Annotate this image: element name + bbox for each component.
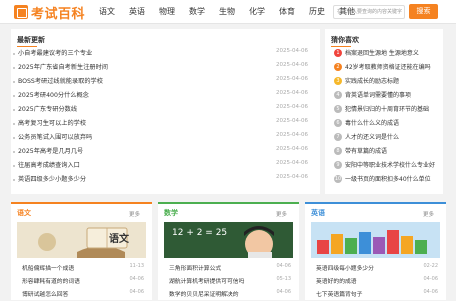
list-item[interactable]: 9 安阳中等职业技术学校什么专业好 — [334, 158, 435, 171]
chinese-image[interactable]: 语文 — [17, 222, 146, 258]
list-item[interactable]: 4 背英语单词需要懂的事项 — [334, 88, 411, 101]
search-button[interactable]: 搜索 — [409, 4, 438, 19]
list-item[interactable]: 形容肆耗有道的的词语 04-06 — [22, 276, 144, 288]
rank-badge: 1 — [334, 48, 342, 57]
rank-badge: 2 — [334, 62, 342, 71]
rank-badge: 3 — [334, 76, 342, 85]
list-item[interactable]: 2025年广东省自考新生注册时间 2025-04-06 — [13, 62, 308, 75]
nav-item-chinese[interactable]: 语文 — [92, 0, 122, 24]
list-item[interactable]: 湖航计算机考研提供可可信吗 05-13 — [169, 276, 291, 288]
more-link[interactable]: 更多 — [276, 210, 287, 218]
list-item[interactable]: 三角形面积计算公式 04-06 — [169, 263, 291, 275]
list-item[interactable]: 数学的贝贝尼采证明解决的 04-06 — [169, 289, 291, 301]
list-item[interactable]: 机船偏辉描一个成语 11-13 — [22, 263, 144, 275]
site-header: 考试百科 语文 英语 物理 数学 生物 化学 体育 历史 其他 在此输入要查询的… — [0, 0, 456, 24]
list-item[interactable]: 3 实践成长的励志标题 — [334, 74, 399, 87]
rank-badge: 9 — [334, 160, 342, 169]
nav-item-history[interactable]: 历史 — [302, 0, 332, 24]
rank-badge: 8 — [334, 146, 342, 155]
list-item[interactable]: 七下英语篇背句子 04-06 — [316, 289, 438, 301]
rank-badge: 4 — [334, 90, 342, 99]
math-title[interactable]: 数学 — [164, 208, 178, 218]
nav-item-sports[interactable]: 体育 — [272, 0, 302, 24]
list-item[interactable]: 英语四级每小题多少分 02-22 — [316, 263, 438, 275]
title-underline — [17, 46, 37, 47]
list-item[interactable]: BOSS考研过线就能录取的学校 2025-04-06 — [13, 76, 308, 89]
list-item[interactable]: 英语四级多少小题多少分 2025-04-06 — [13, 174, 308, 187]
list-item[interactable]: 博研试越怎么回答 04-06 — [22, 289, 144, 301]
rank-badge: 5 — [334, 104, 342, 113]
list-item[interactable]: 2 42岁考取教师资格证还能在编吗 — [334, 60, 431, 73]
nav-item-math[interactable]: 数学 — [182, 0, 212, 24]
nav-item-chemistry[interactable]: 化学 — [242, 0, 272, 24]
list-item[interactable]: 1 档案退回生源地 生源地意义 — [334, 46, 419, 59]
list-item[interactable]: 6 毒什么什么义的成语 — [334, 116, 399, 129]
alphabet-illustration — [311, 222, 440, 258]
list-item[interactable]: 10 一级书页的面积扣多40什么单位 — [334, 172, 431, 185]
search-input[interactable]: 在此输入要查询的内容关键字 — [333, 5, 405, 19]
logo-text: 考试百科 — [31, 6, 86, 22]
list-item[interactable]: 2025考研400分什么概念 2025-04-06 — [13, 90, 308, 103]
math-image[interactable]: 12 + 2 = 25 — [164, 222, 293, 258]
list-item[interactable]: 公务员笔试入围可以放弃吗 2025-04-06 — [13, 132, 308, 145]
guess-title: 猜你喜欢 — [331, 36, 359, 44]
chinese-title[interactable]: 语文 — [17, 208, 31, 218]
site-logo[interactable]: 考试百科 — [14, 3, 86, 22]
latest-title: 最新更新 — [17, 36, 45, 44]
rank-badge: 10 — [334, 174, 342, 183]
list-item[interactable]: 5 犯情景归归的十周育环节的基础 — [334, 102, 429, 115]
english-image[interactable] — [311, 222, 440, 258]
list-item[interactable]: 2025广东专研分数线 2025-04-06 — [13, 104, 308, 117]
rank-badge: 6 — [334, 118, 342, 127]
book-icon — [14, 5, 28, 19]
list-item[interactable]: 高考复习生可以上的学校 2025-04-06 — [13, 118, 308, 131]
main-nav: 语文 英语 物理 数学 生物 化学 体育 历史 其他 — [92, 0, 362, 24]
rank-badge: 7 — [334, 132, 342, 141]
more-link[interactable]: 更多 — [129, 210, 140, 218]
nav-item-english[interactable]: 英语 — [122, 0, 152, 24]
image-caption: 语文 — [109, 234, 129, 245]
list-item[interactable]: 小自考最建议考的三个专业 2025-04-06 — [13, 48, 308, 61]
english-title[interactable]: 英语 — [311, 208, 325, 218]
more-link[interactable]: 更多 — [423, 210, 434, 218]
list-item[interactable]: 英语好的的成语 04-06 — [316, 276, 438, 288]
list-item[interactable]: 2025年高考是几月几号 2025-04-06 — [13, 146, 308, 159]
list-item[interactable]: 8 带有草篇的成语 — [334, 144, 387, 157]
nav-item-biology[interactable]: 生物 — [212, 0, 242, 24]
chalk-formula: 12 + 2 = 25 — [172, 228, 228, 238]
list-item[interactable]: 7 人才的还义词是什么 — [334, 130, 399, 143]
list-item[interactable]: 往届高考成绩查询入口 2025-04-06 — [13, 160, 308, 173]
nav-item-physics[interactable]: 物理 — [152, 0, 182, 24]
